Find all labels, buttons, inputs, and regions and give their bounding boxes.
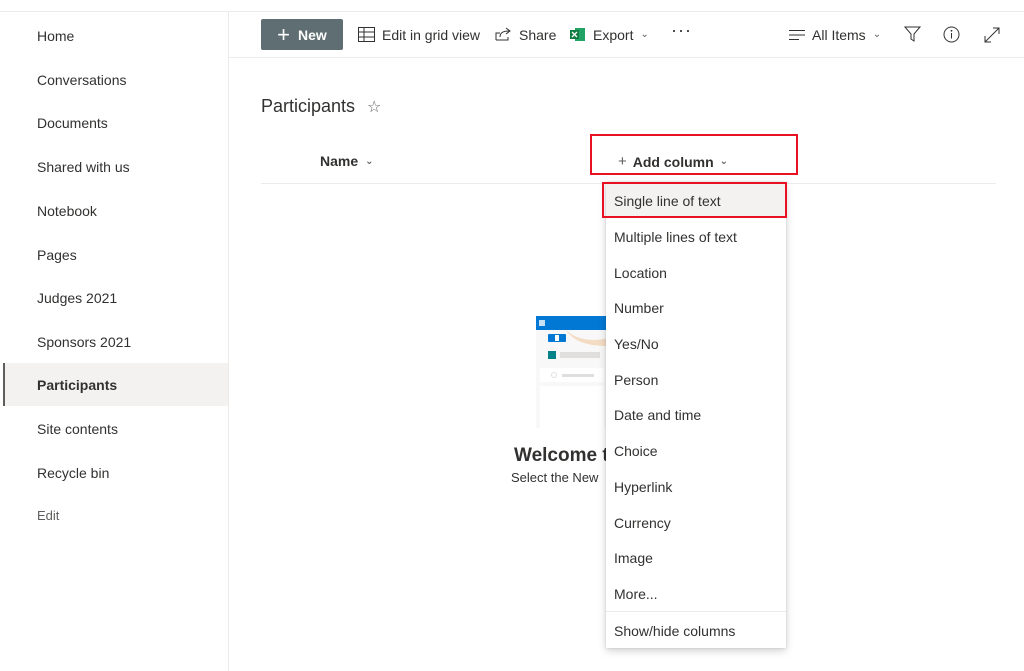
- chevron-down-icon: ⌄: [872, 29, 882, 40]
- menu-item-location[interactable]: Location: [606, 255, 786, 290]
- menu-item-label: Show/hide columns: [614, 622, 736, 639]
- empty-state-subtitle: Select the New: [511, 470, 599, 485]
- share-icon: [495, 27, 511, 41]
- filter-button[interactable]: [904, 19, 921, 50]
- menu-item-label: Number: [614, 299, 664, 316]
- menu-item-multiple-lines-text[interactable]: Multiple lines of text: [606, 219, 786, 254]
- view-switcher[interactable]: All Items ⌄: [789, 19, 881, 50]
- nav-label: Site contents: [37, 420, 118, 437]
- nav-label: Conversations: [37, 71, 127, 88]
- more-button[interactable]: ···: [671, 15, 692, 46]
- filter-icon: [904, 26, 921, 42]
- menu-item-label: Image: [614, 549, 653, 566]
- view-label: All Items: [812, 26, 866, 43]
- menu-item-yes-no[interactable]: Yes/No: [606, 326, 786, 361]
- command-bar: + New Edit in grid view Share Export ⌄ ·…: [229, 12, 1024, 58]
- add-column-label: Add column: [632, 153, 714, 170]
- new-button-label: New: [298, 26, 327, 43]
- column-name-label: Name: [320, 153, 359, 169]
- nav-label: Notebook: [37, 202, 97, 219]
- menu-item-label: Currency: [614, 514, 671, 531]
- menu-item-label: Yes/No: [614, 335, 659, 352]
- menu-item-single-line-text[interactable]: Single line of text: [606, 183, 786, 218]
- menu-item-label: Date and time: [614, 406, 702, 423]
- empty-state-title: Welcome t: [514, 445, 609, 466]
- plus-icon: +: [618, 153, 627, 170]
- nav-item-recycle-bin[interactable]: Recycle bin: [3, 451, 228, 494]
- nav-edit-link[interactable]: Edit: [3, 494, 228, 537]
- nav-label: Shared with us: [37, 158, 130, 175]
- menu-item-person[interactable]: Person: [606, 362, 786, 397]
- menu-item-choice[interactable]: Choice: [606, 433, 786, 468]
- expand-icon: [984, 27, 1000, 42]
- nav-label: Documents: [37, 114, 108, 131]
- column-header-name[interactable]: Name ⌄: [320, 153, 374, 169]
- nav-item-shared-with-us[interactable]: Shared with us: [3, 145, 228, 188]
- nav-label: Recycle bin: [37, 464, 110, 481]
- nav-label: Edit: [37, 508, 60, 523]
- nav-item-home[interactable]: Home: [3, 14, 228, 57]
- top-border: [0, 0, 1024, 12]
- menu-item-label: Location: [614, 264, 667, 281]
- left-navigation: Home Conversations Documents Shared with…: [0, 12, 229, 671]
- add-column-button[interactable]: + Add column ⌄: [618, 153, 728, 170]
- menu-item-hyperlink[interactable]: Hyperlink: [606, 469, 786, 504]
- nav-label: Pages: [37, 246, 77, 263]
- menu-item-more[interactable]: More...: [606, 576, 786, 611]
- info-icon: [943, 26, 960, 43]
- menu-item-label: Hyperlink: [614, 478, 673, 495]
- share-label: Share: [519, 26, 557, 43]
- nav-item-sponsors-2021[interactable]: Sponsors 2021: [3, 320, 228, 363]
- menu-item-date-and-time[interactable]: Date and time: [606, 397, 786, 432]
- nav-item-participants[interactable]: Participants: [3, 363, 228, 406]
- menu-item-currency[interactable]: Currency: [606, 505, 786, 540]
- nav-item-documents[interactable]: Documents: [3, 101, 228, 144]
- menu-item-label: Multiple lines of text: [614, 228, 737, 245]
- edit-grid-view-label: Edit in grid view: [382, 26, 481, 43]
- export-button[interactable]: Export ⌄: [570, 19, 649, 50]
- menu-item-label: Person: [614, 371, 659, 388]
- nav-label: Sponsors 2021: [37, 333, 132, 350]
- chevron-down-icon: ⌄: [719, 156, 729, 167]
- nav-item-conversations[interactable]: Conversations: [3, 58, 228, 101]
- nav-item-site-contents[interactable]: Site contents: [3, 407, 228, 450]
- more-icon: ···: [671, 20, 692, 40]
- chevron-down-icon: ⌄: [365, 155, 374, 167]
- menu-item-image[interactable]: Image: [606, 540, 786, 575]
- star-icon[interactable]: ☆: [367, 97, 381, 117]
- page-title: Participants ☆: [261, 96, 381, 117]
- edit-grid-view-button[interactable]: Edit in grid view: [358, 19, 480, 50]
- chevron-down-icon: ⌄: [640, 29, 649, 40]
- nav-label: Judges 2021: [37, 289, 118, 306]
- plus-icon: +: [277, 21, 291, 47]
- info-button[interactable]: [943, 19, 960, 50]
- nav-label: Participants: [37, 376, 118, 393]
- list-title: Participants: [261, 96, 356, 116]
- expand-button[interactable]: [984, 19, 1000, 50]
- menu-item-label: Choice: [614, 442, 658, 459]
- nav-label: Home: [37, 27, 75, 44]
- menu-item-label: Single line of text: [614, 192, 721, 209]
- menu-item-show-hide-columns[interactable]: Show/hide columns: [606, 613, 786, 648]
- list-view-icon: [789, 29, 805, 40]
- export-label: Export: [593, 26, 634, 43]
- menu-item-number[interactable]: Number: [606, 290, 786, 325]
- nav-item-pages[interactable]: Pages: [3, 233, 228, 276]
- new-button[interactable]: + New: [261, 19, 343, 50]
- add-column-menu: Single line of text Multiple lines of te…: [606, 182, 786, 648]
- column-header-row: Name ⌄ + Add column ⌄: [261, 146, 996, 184]
- grid-icon: [358, 27, 375, 42]
- menu-divider: [606, 611, 786, 612]
- excel-icon: [570, 28, 585, 41]
- nav-item-notebook[interactable]: Notebook: [3, 189, 228, 232]
- share-button[interactable]: Share: [495, 19, 556, 50]
- empty-list-illustration: [536, 316, 608, 428]
- nav-item-judges-2021[interactable]: Judges 2021: [3, 276, 228, 319]
- menu-item-label: More...: [614, 585, 658, 602]
